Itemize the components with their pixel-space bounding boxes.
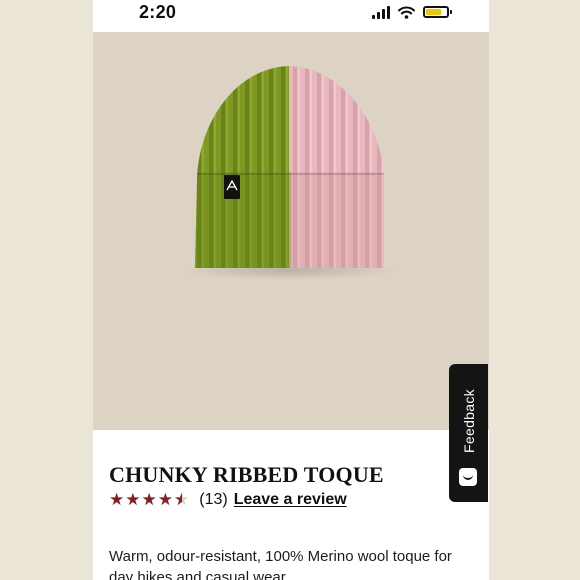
star-rating[interactable]: ★★★★★★ bbox=[109, 490, 189, 510]
leave-review-link[interactable]: Leave a review bbox=[234, 491, 347, 509]
star-icon: ★ bbox=[109, 490, 125, 509]
star-icon: ★ bbox=[141, 490, 157, 509]
wifi-icon bbox=[398, 6, 415, 19]
star-fill: ★ bbox=[174, 490, 182, 510]
product-image-area[interactable] bbox=[93, 32, 489, 430]
battery-level bbox=[426, 9, 441, 15]
phone-screen: 2:20 CHUNKY RIBBED TOQUE ★ ★ ★ ★ ★ (13) … bbox=[93, 0, 489, 580]
star-icon: ★★ bbox=[174, 490, 190, 510]
feedback-tab-button[interactable]: Feedback bbox=[449, 364, 488, 502]
review-count[interactable]: (13) bbox=[199, 491, 227, 509]
rating-row: ★★★★★★ (13) Leave a review bbox=[109, 489, 347, 511]
chat-smile-icon bbox=[459, 468, 477, 486]
knit-toque-image bbox=[93, 32, 489, 430]
product-title: CHUNKY RIBBED TOQUE bbox=[109, 462, 384, 487]
right-background-margin bbox=[489, 0, 580, 580]
status-time: 2:20 bbox=[139, 2, 177, 22]
cellular-signal-icon bbox=[372, 5, 390, 19]
battery-icon bbox=[423, 6, 452, 18]
feedback-label: Feedback bbox=[460, 389, 477, 453]
status-bar: 2:20 bbox=[93, 0, 489, 28]
star-icon: ★ bbox=[125, 490, 141, 509]
left-background-margin bbox=[0, 0, 93, 580]
product-description: Warm, odour-resistant, 100% Merino wool … bbox=[109, 548, 452, 580]
status-icons bbox=[372, 4, 452, 20]
star-icon: ★ bbox=[157, 490, 173, 509]
